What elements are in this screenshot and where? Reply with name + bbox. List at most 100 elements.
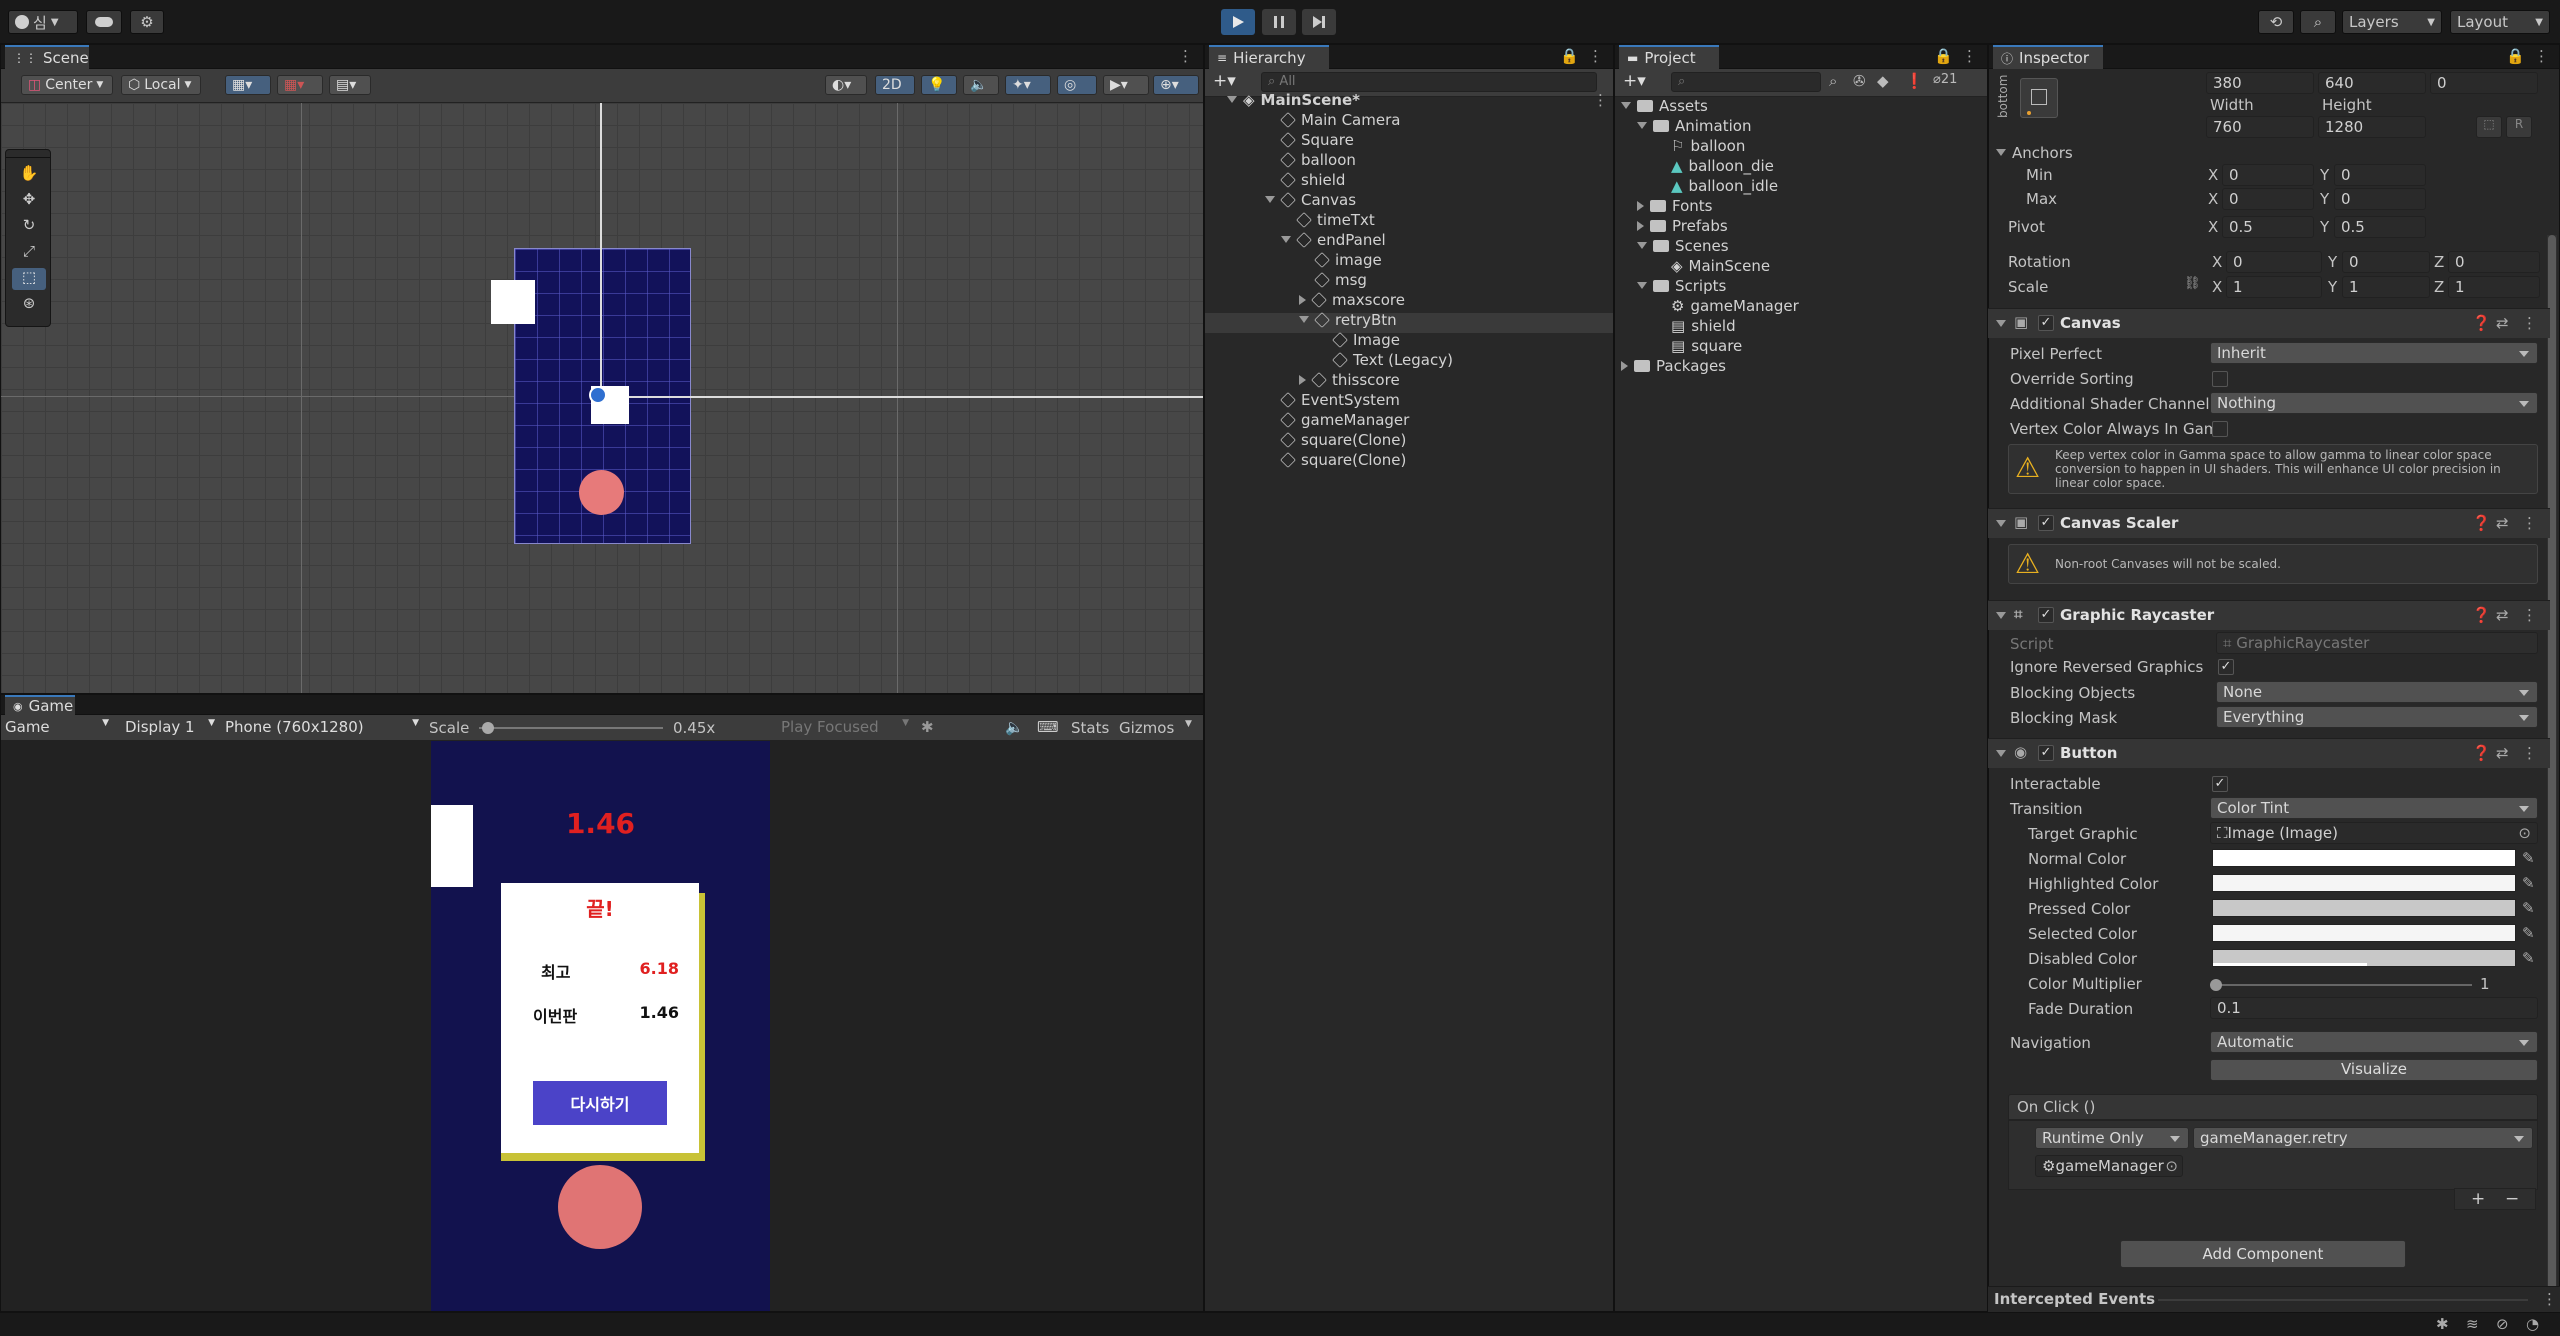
tree-item[interactable]: square(Clone): [1280, 431, 1406, 451]
tree-item[interactable]: Fonts: [1637, 197, 1712, 217]
tree-item[interactable]: Scenes: [1637, 237, 1729, 257]
preset-icon[interactable]: ⇄: [2496, 606, 2509, 624]
effects-dropdown[interactable]: ✦▾: [1005, 75, 1051, 95]
width-field[interactable]: 760: [2206, 116, 2314, 138]
interactable-checkbox[interactable]: ✓: [2212, 776, 2228, 792]
tree-item[interactable]: balloon: [1280, 151, 1356, 171]
info-icon[interactable]: ❗: [1905, 72, 1924, 90]
intercepted-events-bar[interactable]: Intercepted Events ⋮: [1988, 1286, 2560, 1312]
tab-project[interactable]: ▬ Project: [1619, 45, 1719, 69]
tree-item[interactable]: square(Clone): [1280, 451, 1406, 471]
snap-increment-toggle[interactable]: ▤▾: [329, 75, 371, 95]
help-icon[interactable]: ❓: [2472, 744, 2491, 762]
transition-dropdown[interactable]: Color Tint: [2210, 797, 2538, 819]
lock-icon[interactable]: 🔒: [1560, 47, 1579, 65]
runtime-only-dropdown[interactable]: Runtime Only: [2035, 1127, 2189, 1149]
hidden-objects-toggle[interactable]: ◎: [1057, 75, 1097, 95]
add-icon[interactable]: +▾: [1623, 71, 1646, 91]
bug-icon[interactable]: ✱: [2436, 1315, 2449, 1333]
step-button[interactable]: [1302, 9, 1336, 35]
raycaster-enabled-checkbox[interactable]: ✓: [2038, 607, 2054, 623]
tree-item[interactable]: EventSystem: [1280, 391, 1400, 411]
game-viewport[interactable]: 1.46 끝! 최고 6.18 이번판 1.46 다시하기: [1, 741, 1203, 1311]
inspector-scrollbar[interactable]: [2547, 235, 2557, 1315]
retry-button[interactable]: 다시하기: [533, 1081, 667, 1125]
gizmos-dropdown[interactable]: ⊕▾: [1153, 75, 1199, 95]
grid-snap-toggle[interactable]: ▦▾: [225, 75, 271, 95]
tree-item[interactable]: ▲ balloon_idle: [1671, 177, 1778, 197]
tree-item[interactable]: image: [1314, 251, 1382, 271]
rotation-y-field[interactable]: 0: [2342, 251, 2430, 273]
hidden-packages-toggle[interactable]: ⌀21: [1933, 72, 1957, 87]
add-component-button[interactable]: Add Component: [2120, 1240, 2406, 1268]
project-search-input[interactable]: ⌕: [1671, 72, 1821, 92]
object-picker-icon[interactable]: ⊙: [2518, 824, 2531, 842]
tab-game[interactable]: ◉ Game: [5, 695, 75, 715]
move-tool-icon[interactable]: ✥: [12, 190, 46, 212]
stats-button[interactable]: Stats: [1071, 719, 1109, 737]
object-picker-icon[interactable]: ⊙: [2165, 1157, 2178, 1175]
tree-item[interactable]: gameManager: [1280, 411, 1409, 431]
tree-item[interactable]: Image: [1332, 331, 1400, 351]
anchor-preset-button[interactable]: [2020, 78, 2058, 118]
tree-item[interactable]: ▲ balloon_die: [1671, 157, 1774, 177]
tree-item[interactable]: Animation: [1637, 117, 1751, 137]
eyedropper-icon[interactable]: ✎: [2522, 924, 2535, 942]
tree-item-selected[interactable]: retryBtn: [1299, 311, 1397, 331]
more-options-icon[interactable]: ⋮: [2542, 1290, 2557, 1308]
scale-slider[interactable]: [479, 722, 663, 734]
keyboard-icon[interactable]: ⌨: [1037, 718, 1059, 736]
play-button[interactable]: [1221, 9, 1255, 35]
tree-item[interactable]: maxscore: [1299, 291, 1405, 311]
square-sprite[interactable]: [491, 280, 535, 324]
override-sorting-checkbox[interactable]: [2212, 371, 2228, 387]
tree-item[interactable]: Text (Legacy): [1332, 351, 1453, 371]
anchor-min-x-field[interactable]: 0: [2222, 164, 2314, 186]
rotation-x-field[interactable]: 0: [2226, 251, 2322, 273]
balloon-sprite[interactable]: [579, 470, 624, 515]
history-button[interactable]: ⟲: [2258, 10, 2294, 34]
vertex-color-checkbox[interactable]: [2212, 421, 2228, 437]
tree-item[interactable]: Packages: [1621, 357, 1726, 377]
graphic-raycaster-header[interactable]: ⌗ ✓ Graphic Raycaster ❓ ⇄ ⋮: [1988, 600, 2550, 630]
tree-item[interactable]: ⚐ balloon: [1671, 137, 1745, 157]
selected-color-swatch[interactable]: [2212, 924, 2516, 942]
tree-item[interactable]: endPanel: [1281, 231, 1386, 251]
blueprint-mode-button[interactable]: ⬚: [2476, 116, 2502, 138]
function-dropdown[interactable]: gameManager.retry: [2193, 1127, 2533, 1149]
filter-type-icon[interactable]: ✇: [1853, 72, 1866, 90]
tree-item[interactable]: Prefabs: [1637, 217, 1728, 237]
height-field[interactable]: 1280: [2318, 116, 2426, 138]
network-icon[interactable]: ⊘: [2496, 1315, 2509, 1333]
add-event-button[interactable]: +: [2471, 1189, 2485, 1209]
tree-item[interactable]: Main Camera: [1280, 111, 1400, 131]
tab-inspector[interactable]: ⓘ Inspector: [1993, 45, 2103, 69]
rotation-z-field[interactable]: 0: [2448, 251, 2540, 273]
tree-item[interactable]: Scripts: [1637, 277, 1726, 297]
help-icon[interactable]: ❓: [2472, 314, 2491, 332]
blocking-mask-dropdown[interactable]: Everything: [2216, 706, 2538, 728]
label-icon[interactable]: ◆: [1877, 72, 1889, 90]
tree-item[interactable]: shield: [1280, 171, 1345, 191]
tree-item[interactable]: thisscore: [1299, 371, 1400, 391]
anchor-max-y-field[interactable]: 0: [2334, 188, 2426, 210]
anchors-foldout[interactable]: Anchors: [1996, 144, 2073, 162]
button-enabled-checkbox[interactable]: ✓: [2038, 745, 2054, 761]
eyedropper-icon[interactable]: ✎: [2522, 899, 2535, 917]
cloud-button[interactable]: [86, 10, 122, 34]
tree-item[interactable]: Square: [1280, 131, 1354, 151]
tree-item[interactable]: Canvas: [1265, 191, 1356, 211]
eyedropper-icon[interactable]: ✎: [2522, 949, 2535, 967]
game-view-dropdown[interactable]: Game ▼: [5, 718, 111, 736]
normal-color-swatch[interactable]: [2212, 849, 2516, 867]
search-button[interactable]: ⌕: [2300, 10, 2336, 34]
more-options-icon[interactable]: ⋮: [2522, 606, 2537, 624]
tree-item[interactable]: ◈ MainScene: [1671, 257, 1770, 277]
slider-thumb[interactable]: [2210, 979, 2222, 991]
tree-item[interactable]: msg: [1314, 271, 1367, 291]
help-icon[interactable]: ❓: [2472, 606, 2491, 624]
tree-item[interactable]: ▤ square: [1671, 337, 1742, 357]
rotate-tool-icon[interactable]: ↻: [12, 216, 46, 238]
preset-icon[interactable]: ⇄: [2496, 744, 2509, 762]
pos-z-field[interactable]: 0: [2430, 72, 2538, 94]
